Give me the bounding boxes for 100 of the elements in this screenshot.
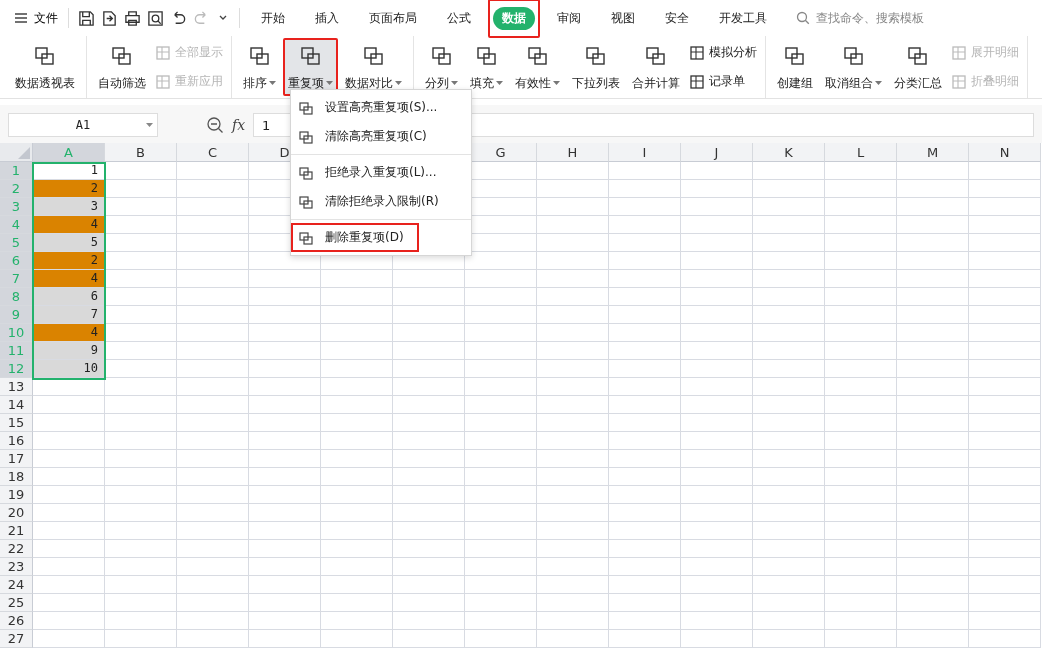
row-header[interactable]: 18 <box>0 468 33 486</box>
table-cell <box>825 162 897 180</box>
table-cell <box>321 612 393 630</box>
ribbon-tab[interactable]: 开发工具 <box>706 2 780 34</box>
ribbon-button[interactable]: 有效性 <box>510 38 565 96</box>
table-cell <box>33 450 105 468</box>
row-header[interactable]: 24 <box>0 576 33 594</box>
function-label[interactable]: fx <box>232 117 246 133</box>
row-header[interactable]: 13 <box>0 378 33 396</box>
table-cell <box>177 414 249 432</box>
ribbon-button[interactable]: 下拉列表 <box>567 38 625 96</box>
row-header[interactable]: 15 <box>0 414 33 432</box>
zoom-out-icon[interactable] <box>206 116 224 134</box>
row-header[interactable]: 14 <box>0 396 33 414</box>
ribbon-button[interactable]: 重复项 <box>283 38 338 96</box>
ribbon-small-button[interactable]: 记录单 <box>687 73 759 90</box>
table-cell <box>33 414 105 432</box>
table-cell <box>393 594 465 612</box>
column-header[interactable]: I <box>609 143 681 162</box>
column-header[interactable]: M <box>897 143 969 162</box>
ribbon-button[interactable]: 创建组 <box>772 38 818 96</box>
table-cell <box>105 216 177 234</box>
ribbon-button[interactable]: 填充 <box>465 38 508 96</box>
table-cell <box>537 198 609 216</box>
table-cell <box>897 612 969 630</box>
table-cell <box>105 234 177 252</box>
row-header[interactable]: 22 <box>0 540 33 558</box>
ribbon-tab[interactable]: 审阅 <box>544 2 594 34</box>
ribbon-tab[interactable]: 插入 <box>302 2 352 34</box>
table-cell <box>825 378 897 396</box>
ribbon-button[interactable]: 合并计算 <box>627 38 685 96</box>
column-header[interactable]: C <box>177 143 249 162</box>
column-header[interactable]: B <box>105 143 177 162</box>
column-header[interactable]: J <box>681 143 753 162</box>
table-cell <box>105 270 177 288</box>
row-header[interactable]: 21 <box>0 522 33 540</box>
ribbon-button[interactable]: 排序 <box>238 38 281 96</box>
table-cell <box>249 378 321 396</box>
table-cell: 7 <box>33 306 105 324</box>
menu-item[interactable]: 清除拒绝录入限制(R) <box>291 187 471 216</box>
row-header[interactable]: 17 <box>0 450 33 468</box>
table-cell <box>321 270 393 288</box>
table-cell <box>321 342 393 360</box>
table-cell <box>753 414 825 432</box>
ribbon-button[interactable]: 分列 <box>420 38 463 96</box>
table-cell <box>465 612 537 630</box>
ribbon-tab[interactable]: 页面布局 <box>356 2 430 34</box>
table-cell <box>897 360 969 378</box>
table-cell <box>825 486 897 504</box>
table-cell <box>321 288 393 306</box>
row-header[interactable]: 26 <box>0 612 33 630</box>
row-header[interactable]: 20 <box>0 504 33 522</box>
ribbon-button[interactable]: 取消组合 <box>820 38 887 96</box>
file-menu-button[interactable]: 文件 <box>10 9 62 27</box>
ribbon-tab[interactable]: 开始 <box>248 2 298 34</box>
table-cell <box>249 468 321 486</box>
column-header[interactable]: H <box>537 143 609 162</box>
table-cell <box>105 180 177 198</box>
table-cell <box>537 342 609 360</box>
table-cell <box>177 378 249 396</box>
name-box[interactable]: A1 <box>8 113 158 137</box>
export-icon[interactable] <box>101 9 118 27</box>
row-header[interactable]: 19 <box>0 486 33 504</box>
table-cell <box>681 504 753 522</box>
table-cell <box>969 378 1041 396</box>
menu-item[interactable]: 删除重复项(D) <box>291 223 419 252</box>
ribbon-small-button[interactable]: 模拟分析 <box>687 44 759 61</box>
ribbon-tab[interactable]: 安全 <box>652 2 702 34</box>
table-cell <box>609 198 681 216</box>
table-cell <box>681 414 753 432</box>
table-cell <box>321 468 393 486</box>
ribbon-tab[interactable]: 公式 <box>434 2 484 34</box>
row-header[interactable]: 27 <box>0 630 33 648</box>
table-cell <box>753 378 825 396</box>
ribbon-button[interactable]: 数据透视表 <box>10 38 80 96</box>
table-cell <box>825 594 897 612</box>
print-preview-icon[interactable] <box>147 9 164 27</box>
ribbon-tab[interactable]: 视图 <box>598 2 648 34</box>
table-cell <box>753 162 825 180</box>
row-header[interactable]: 25 <box>0 594 33 612</box>
column-header[interactable]: K <box>753 143 825 162</box>
row-header[interactable]: 23 <box>0 558 33 576</box>
column-header[interactable]: N <box>969 143 1041 162</box>
row-header[interactable]: 16 <box>0 432 33 450</box>
table-cell <box>105 162 177 180</box>
column-header[interactable]: L <box>825 143 897 162</box>
save-icon[interactable] <box>78 9 95 27</box>
table-cell <box>825 342 897 360</box>
ribbon-button[interactable]: 数据对比 <box>340 38 407 96</box>
table-cell <box>969 576 1041 594</box>
table-cell <box>249 594 321 612</box>
table-cell <box>609 162 681 180</box>
table-cell <box>609 432 681 450</box>
table-cell <box>321 558 393 576</box>
table-cell <box>249 306 321 324</box>
ribbon-button[interactable]: 自动筛选 <box>93 38 151 96</box>
print-icon[interactable] <box>124 9 141 27</box>
table-cell: 4 <box>33 270 105 288</box>
table-cell <box>393 486 465 504</box>
ribbon-button[interactable]: 分类汇总 <box>889 38 947 96</box>
